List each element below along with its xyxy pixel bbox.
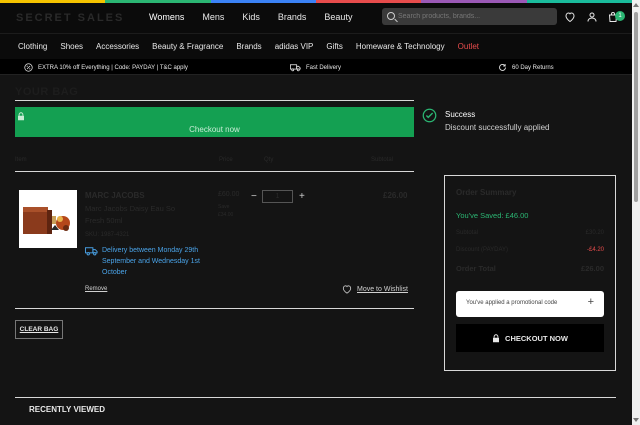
user-icon[interactable] (586, 11, 598, 23)
returns-icon (499, 64, 506, 71)
qty-decrease-button[interactable]: − (251, 191, 257, 202)
discount-label: Discount (PAYDAY) (456, 247, 509, 253)
promo-offer[interactable]: EXTRA 10% off Everything | Code: PAYDAY … (24, 63, 188, 72)
product-price: £60.00 (218, 191, 240, 198)
promo-returns[interactable]: 60 Day Returns (498, 63, 554, 72)
recently-viewed-title: RECENTLY VIEWED (29, 405, 106, 414)
header-subtotal: Subtotal (371, 157, 394, 163)
divider (15, 397, 616, 398)
notification-title: Success (445, 110, 476, 119)
subtotal-value: £30.20 (585, 230, 604, 236)
lock-icon (493, 333, 500, 342)
nav-beauty[interactable]: Beauty (324, 12, 352, 22)
checkout-label: Checkout now (189, 125, 240, 134)
header-qty: Qty (264, 157, 274, 163)
search-input[interactable] (398, 10, 548, 23)
promo-strip: EXTRA 10% off Everything | Code: PAYDAY … (0, 59, 632, 75)
category-clothing[interactable]: Clothing (18, 42, 47, 51)
truck-icon (85, 247, 98, 256)
divider (15, 100, 414, 101)
scroll-up-arrow[interactable] (633, 3, 639, 7)
top-checkout-button[interactable]: Checkout now (15, 107, 414, 137)
category-beauty-fragrance[interactable]: Beauty & Fragrance (152, 42, 223, 51)
check-circle-icon (422, 108, 437, 123)
discount-row: Discount (PAYDAY) -£4.20 (456, 247, 604, 253)
quantity-field[interactable]: 1 (262, 190, 293, 203)
product-image[interactable] (19, 190, 77, 248)
delivery-text: Delivery between Monday 29th September a… (102, 247, 200, 276)
promo-code-toggle[interactable]: You've applied a promotional code + (456, 291, 604, 317)
site-logo[interactable]: SECRET SALES (16, 12, 124, 24)
category-brands[interactable]: Brands (236, 42, 261, 51)
checkout-now-button[interactable]: CHECKOUT NOW (456, 324, 604, 352)
category-nav: Clothing Shoes Accessories Beauty & Frag… (0, 33, 632, 59)
remove-link[interactable]: Remove (85, 286, 107, 292)
promo-code-text: You've applied a promotional code (466, 300, 558, 306)
scroll-thumb[interactable] (634, 12, 638, 202)
checkout-now-label: CHECKOUT NOW (505, 333, 568, 343)
main-nav: Womens Mens Kids Brands Beauty (149, 12, 370, 22)
divider (15, 171, 414, 172)
cart-count-badge: 1 (615, 11, 625, 21)
perfume-box-image (23, 207, 70, 234)
subtotal-label: Subtotal (456, 230, 479, 236)
line-total: £26.00 (383, 191, 408, 200)
category-shoes[interactable]: Shoes (60, 42, 83, 51)
divider (15, 308, 414, 309)
promo-delivery[interactable]: Fast Delivery (290, 63, 341, 72)
category-outlet[interactable]: Outlet (458, 42, 479, 51)
category-accessories[interactable]: Accessories (96, 42, 139, 51)
order-total-row: Order Total £26.00 (456, 264, 604, 273)
percent-badge-icon (24, 63, 33, 72)
product-sku: SKU: 1987-4321 (85, 232, 130, 238)
promo-delivery-text: Fast Delivery (306, 64, 342, 71)
category-adidas-vip[interactable]: adidas VIP (275, 42, 314, 51)
category-homeware-technology[interactable]: Homeware & Technology (356, 42, 445, 51)
category-gifts[interactable]: Gifts (326, 42, 342, 51)
heart-icon[interactable] (564, 11, 576, 23)
nav-brands[interactable]: Brands (278, 12, 307, 22)
plus-icon: + (587, 296, 594, 308)
promo-returns-text: 60 Day Returns (512, 64, 554, 71)
product-name[interactable]: Marc Jacobs Daisy Eau So Fresh 50ml (85, 203, 195, 227)
qty-increase-button[interactable]: + (299, 191, 305, 202)
savings-text: You've Saved: £46.00 (456, 211, 529, 220)
product-saving: Save £34.00 (218, 204, 234, 218)
nav-womens[interactable]: Womens (149, 12, 184, 22)
wishlist-label: Move to Wishlist (357, 286, 408, 293)
subtotal-row: Subtotal £30.20 (456, 230, 604, 236)
summary-title: Order Summary (456, 188, 517, 197)
total-value: £26.00 (581, 264, 604, 273)
nav-mens[interactable]: Mens (202, 12, 224, 22)
product-brand[interactable]: MARC JACOBS (85, 191, 145, 200)
delivery-estimate: Delivery between Monday 29th September a… (85, 245, 215, 278)
page-title: YOUR BAG (15, 86, 79, 98)
page-scrollbar[interactable] (632, 0, 640, 425)
notification-message: Discount successfully applied (445, 123, 550, 132)
search-bar[interactable] (382, 8, 557, 25)
search-icon (387, 12, 395, 20)
nav-kids[interactable]: Kids (242, 12, 260, 22)
truck-icon (290, 64, 301, 72)
heart-icon (342, 285, 352, 294)
scroll-down-arrow[interactable] (633, 418, 639, 422)
promo-offer-text: EXTRA 10% off Everything | Code: PAYDAY … (38, 64, 188, 71)
top-header: SECRET SALES Womens Mens Kids Brands Bea… (0, 3, 632, 33)
total-label: Order Total (456, 264, 496, 273)
header-item: Item (15, 157, 27, 163)
discount-value: -£4.20 (586, 247, 604, 253)
success-notification: Success Discount successfully applied (415, 100, 620, 140)
move-to-wishlist-link[interactable]: Move to Wishlist (342, 285, 408, 294)
lock-icon (18, 112, 24, 121)
header-price: Price (219, 157, 233, 163)
clear-bag-button[interactable]: CLEAR BAG (15, 320, 63, 339)
order-summary: Order Summary You've Saved: £46.00 Subto… (444, 175, 616, 371)
